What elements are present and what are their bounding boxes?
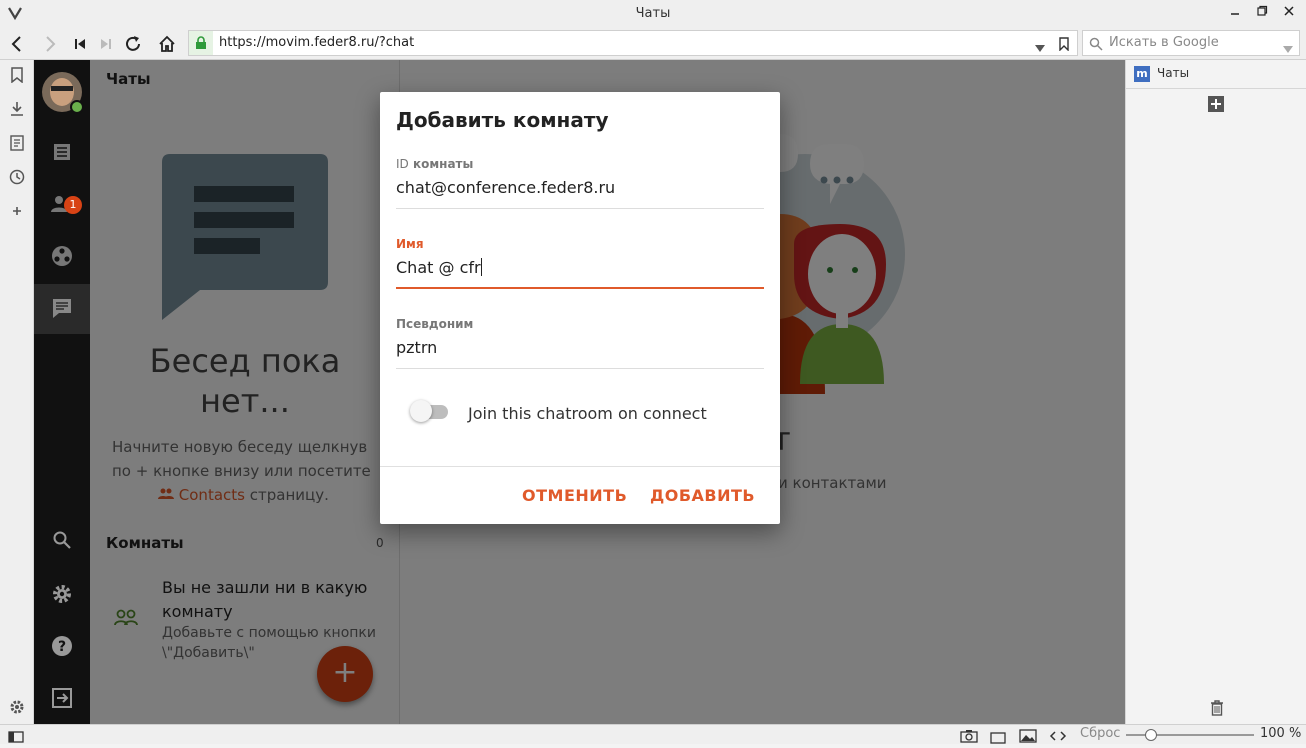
camera-icon[interactable] <box>960 728 978 747</box>
trash-icon[interactable] <box>1210 700 1224 720</box>
toggle-knob <box>410 400 432 422</box>
zoom-reset-button[interactable]: Сброс <box>1080 726 1120 741</box>
text-cursor <box>480 258 482 276</box>
help-icon[interactable]: ? <box>50 634 74 658</box>
lock-icon[interactable] <box>189 31 213 55</box>
nickname-label: Псевдоним <box>396 317 474 331</box>
window-title: Чаты <box>635 6 671 21</box>
zoom-slider-thumb[interactable] <box>1145 729 1157 741</box>
chat-bubble-icon[interactable] <box>50 296 74 320</box>
dialog-title: Добавить комнату <box>396 108 609 132</box>
panel-toggle-icon[interactable] <box>8 728 24 747</box>
reload-button[interactable] <box>121 32 145 56</box>
settings-nav-icon[interactable] <box>50 582 74 606</box>
add-panel-icon[interactable] <box>8 202 26 220</box>
nickname-underline <box>396 368 764 369</box>
window-titlebar: Чаты <box>0 0 1306 28</box>
search-icon <box>1089 36 1103 55</box>
rewind-button[interactable] <box>68 32 92 56</box>
browser-toolbar: https://movim.feder8.ru/?chat Искать в G… <box>0 28 1306 60</box>
svg-text:?: ? <box>58 639 66 655</box>
bookmarks-icon[interactable] <box>8 66 26 84</box>
zoom-level: 100 % <box>1260 726 1302 741</box>
settings-gear-icon[interactable] <box>8 698 26 716</box>
search-engine-dropdown-icon[interactable] <box>1283 39 1293 58</box>
dialog-footer-divider <box>380 466 780 467</box>
favicon-letter: m <box>1136 67 1148 80</box>
add-web-panel-icon[interactable] <box>1208 96 1224 112</box>
name-input-value[interactable]: Chat @ cfr <box>396 258 481 277</box>
downloads-icon[interactable] <box>8 100 26 118</box>
search-nav-icon[interactable] <box>50 528 74 552</box>
zoom-slider[interactable] <box>1126 729 1254 741</box>
name-label: Имя <box>396 237 424 251</box>
browser-statusbar: Сброс 100 % <box>0 724 1306 744</box>
search-field[interactable]: Искать в Google <box>1082 30 1300 56</box>
autojoin-toggle[interactable] <box>410 400 448 422</box>
back-button[interactable] <box>5 32 29 56</box>
url-dropdown-icon[interactable] <box>1035 38 1045 57</box>
maximize-button[interactable] <box>1251 4 1273 24</box>
name-underline <box>396 287 764 289</box>
code-icon[interactable] <box>1049 728 1067 747</box>
notes-icon[interactable] <box>8 134 26 152</box>
fast-forward-button[interactable] <box>94 32 118 56</box>
close-window-button[interactable] <box>1278 4 1300 24</box>
web-panel-divider <box>1126 88 1306 89</box>
add-room-dialog: Добавить комнату ID комнаты chat@confere… <box>380 92 780 524</box>
online-status-dot <box>70 100 84 114</box>
minimize-button[interactable] <box>1224 4 1246 24</box>
image-icon[interactable] <box>1019 728 1037 747</box>
bookmark-page-icon[interactable] <box>1059 36 1069 55</box>
home-button[interactable] <box>155 32 179 56</box>
cancel-button[interactable]: ОТМЕНИТЬ <box>522 486 627 505</box>
news-icon[interactable] <box>50 140 74 164</box>
name-input[interactable]: Chat @ cfr <box>396 258 482 277</box>
room-id-label-prefix: ID <box>396 157 409 171</box>
history-icon[interactable] <box>8 168 26 186</box>
add-button[interactable]: ДОБАВИТЬ <box>650 486 755 505</box>
web-panel: m Чаты <box>1125 60 1306 724</box>
app-navigation: 1 ? <box>34 60 90 724</box>
forward-button[interactable] <box>38 32 62 56</box>
contacts-badge: 1 <box>64 196 82 214</box>
web-panel-favicon: m <box>1134 66 1150 82</box>
room-id-label: ID комнаты <box>396 157 473 171</box>
web-panel-title: Чаты <box>1157 66 1190 80</box>
room-id-underline <box>396 208 764 209</box>
url-text[interactable]: https://movim.feder8.ru/?chat <box>219 35 414 50</box>
logout-icon[interactable] <box>50 686 74 710</box>
tile-icon[interactable] <box>990 729 1006 748</box>
communities-icon[interactable] <box>50 244 74 268</box>
search-placeholder: Искать в Google <box>1109 35 1219 50</box>
address-bar[interactable]: https://movim.feder8.ru/?chat <box>188 30 1078 56</box>
nickname-input[interactable]: pztrn <box>396 338 437 357</box>
browser-side-panel <box>0 60 34 724</box>
room-id-input[interactable]: chat@conference.feder8.ru <box>396 178 615 197</box>
room-id-label-text: комнаты <box>412 157 474 171</box>
autojoin-label: Join this chatroom on connect <box>468 404 707 423</box>
